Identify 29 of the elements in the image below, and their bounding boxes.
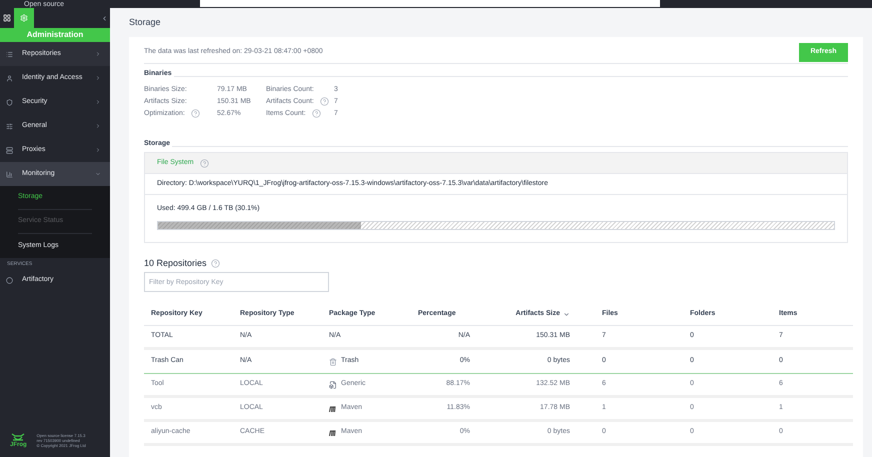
chevron-right-icon <box>95 75 101 81</box>
user-icon <box>6 74 13 82</box>
help-icon[interactable] <box>190 109 200 118</box>
server-icon <box>6 146 13 154</box>
help-icon[interactable] <box>210 258 220 268</box>
page-title: Storage <box>129 16 162 29</box>
sort-icon[interactable] <box>563 311 570 318</box>
help-icon[interactable] <box>312 109 321 118</box>
chevron-right-icon <box>95 147 101 153</box>
frog-logo-icon <box>11 432 26 442</box>
chevron-right-icon <box>95 123 101 129</box>
bar-chart-icon <box>6 170 13 178</box>
help-icon[interactable] <box>200 158 209 168</box>
search-field[interactable] <box>200 0 660 7</box>
list-icon <box>6 50 13 58</box>
chevron-right-icon <box>95 51 101 57</box>
sliders-icon <box>6 122 13 130</box>
settings-icon <box>20 14 28 22</box>
chevron-right-icon <box>95 99 101 105</box>
repositories-heading: 10 Repositories <box>144 256 207 270</box>
trash-icon <box>329 358 337 366</box>
module-title: Administration <box>0 28 110 42</box>
service-icon <box>6 276 13 284</box>
chevron-down-icon <box>95 171 101 177</box>
grid-icon[interactable] <box>3 14 11 22</box>
help-icon[interactable] <box>320 97 329 106</box>
collapse-icon[interactable] <box>101 14 108 22</box>
shield-icon <box>6 98 13 106</box>
box-icon <box>329 380 337 388</box>
